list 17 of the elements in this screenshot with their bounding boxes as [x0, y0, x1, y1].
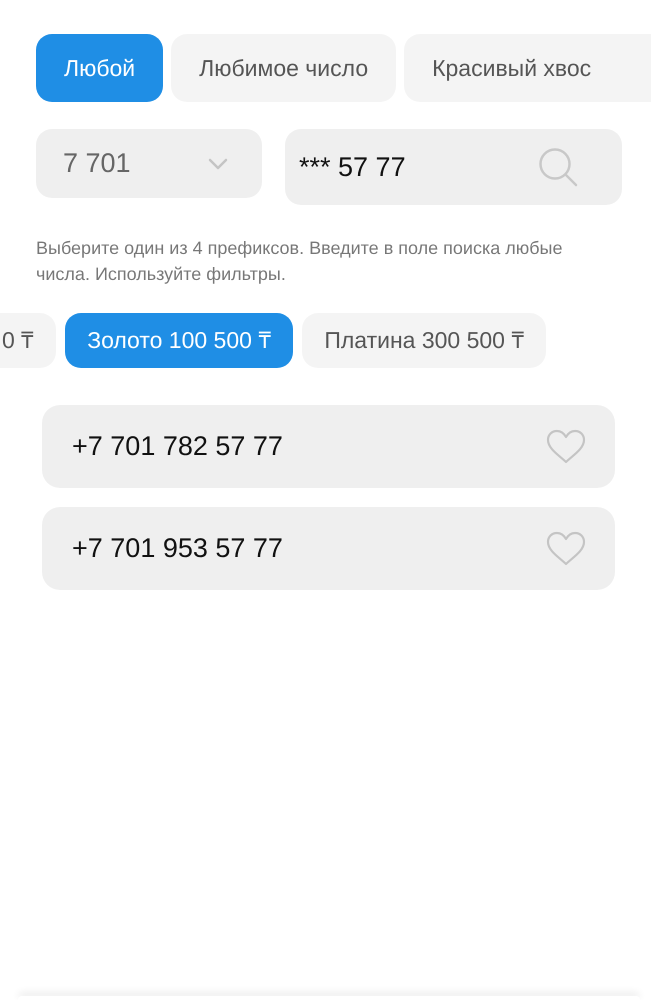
filter-tab[interactable]: Любимое число: [171, 34, 396, 102]
search-field[interactable]: *** 57 77: [285, 129, 622, 205]
search-icon[interactable]: [538, 147, 578, 187]
filter-tab[interactable]: Красивый хвос: [404, 34, 652, 102]
phone-number: +7 701 782 57 77: [72, 430, 283, 464]
price-filter-chip[interactable]: Платина 300 500 ₸: [302, 313, 546, 368]
price-filter-chip[interactable]: 0 ₸: [0, 313, 56, 368]
number-card[interactable]: +7 701 953 57 77: [42, 507, 615, 590]
phone-number: +7 701 953 57 77: [72, 532, 283, 566]
price-filter-chip[interactable]: Золото 100 500 ₸: [65, 313, 294, 368]
chevron-down-icon: [208, 158, 228, 170]
number-card[interactable]: +7 701 782 57 77: [42, 405, 615, 488]
heart-icon[interactable]: [546, 428, 586, 464]
prefix-select[interactable]: 7 701: [36, 129, 262, 198]
hint-text: Выберите один из 4 префиксов. Введите в поле поиска любые числа. Используйте фильтры.: [36, 237, 564, 286]
filter-tab[interactable]: Любой: [36, 34, 164, 102]
heart-icon[interactable]: [546, 530, 586, 566]
